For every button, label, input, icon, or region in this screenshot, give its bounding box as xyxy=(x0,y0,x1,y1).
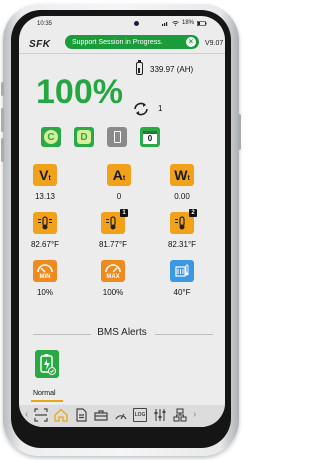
metric-power: Wt 0.00 xyxy=(157,164,207,201)
status-bar: 10:35 18% xyxy=(19,16,225,34)
current-icon: At xyxy=(107,164,131,186)
gauge-icon[interactable] xyxy=(114,408,128,422)
app-screen: 10:35 18% SFK Support Session in Progres… xyxy=(19,16,225,427)
gauge-icon: MIN xyxy=(33,260,57,282)
status-indicators: 18% xyxy=(161,20,207,26)
heater-icon xyxy=(170,260,194,282)
volume-up-button xyxy=(1,108,4,132)
header-divider xyxy=(19,53,225,54)
max-soc-value: 100% xyxy=(102,288,124,297)
normal-status-underline xyxy=(31,400,63,402)
charge-indicator-icon[interactable]: C xyxy=(41,127,61,147)
cycle-count: 1 xyxy=(158,104,163,113)
power-letter: W xyxy=(174,167,188,183)
battery-capacity-icon xyxy=(136,60,143,75)
gauge-arc xyxy=(105,264,121,273)
battery-outline-icon xyxy=(113,131,121,143)
thermometer-icon xyxy=(33,212,57,234)
cycle-icon xyxy=(134,102,148,116)
discharge-label: D xyxy=(77,130,91,144)
heater-value: 40°F xyxy=(173,288,191,297)
sensor-badge: 1 xyxy=(120,209,128,217)
signal-icon xyxy=(161,21,168,26)
toast-text: Support Session in Progress. xyxy=(72,38,163,46)
bottom-nav: ‹ LOG › xyxy=(19,405,225,427)
side-button xyxy=(1,82,4,96)
current-sub: t xyxy=(122,174,126,182)
metric-max-soc: MAX 100% xyxy=(88,260,138,297)
current-value: 0 xyxy=(116,192,122,201)
scan-icon[interactable] xyxy=(34,408,48,422)
app-logo-text: SFK xyxy=(29,39,51,50)
app-version: V9.07 xyxy=(205,40,224,47)
battery-status-icon[interactable] xyxy=(107,127,127,147)
bms-alerts-title: BMS Alerts xyxy=(97,327,147,338)
support-session-toast: Support Session in Progress. × xyxy=(65,35,199,49)
normal-status-icon[interactable] xyxy=(35,350,59,378)
thermometer-glyph xyxy=(38,216,52,230)
gauge-arc xyxy=(37,264,53,273)
sensor-badge: 2 xyxy=(189,209,197,217)
toolbox-icon[interactable] xyxy=(94,408,108,422)
log-label: LOG xyxy=(134,412,146,418)
camera-icon xyxy=(134,21,139,26)
volume-down-button xyxy=(1,138,4,162)
nav-left-arrow-icon[interactable]: ‹ xyxy=(25,409,28,420)
thermometer-icon: 2 xyxy=(170,209,197,234)
temp-sensor-1-value: 81.77°F xyxy=(98,240,128,249)
battery-icon xyxy=(197,20,207,26)
log-icon[interactable]: LOG xyxy=(133,408,147,422)
document-icon[interactable] xyxy=(74,408,88,422)
current-letter: A xyxy=(112,167,123,183)
min-soc-value: 10% xyxy=(36,288,53,297)
home-icon[interactable] xyxy=(54,408,68,422)
sliders-icon[interactable] xyxy=(153,408,167,422)
metric-temp-sensor-1: 1 81.77°F xyxy=(88,209,138,249)
network-icon[interactable] xyxy=(173,408,187,422)
thermometer-glyph xyxy=(175,216,185,230)
metric-current: At 0 xyxy=(94,164,144,201)
power-button xyxy=(238,114,241,150)
normal-status-label: Normal xyxy=(33,390,56,397)
voltage-sub: t xyxy=(48,174,51,182)
power-icon: Wt xyxy=(170,164,194,186)
thermometer-icon: 1 xyxy=(101,209,128,234)
metric-temp-internal: 82.67°F xyxy=(20,212,70,249)
power-sub: t xyxy=(187,174,190,182)
voltage-icon: Vt xyxy=(33,164,57,186)
gauge-max-label: MAX xyxy=(106,274,120,280)
capacity-value: 339.97 (AH) xyxy=(150,65,194,74)
app-logo: SFK xyxy=(29,39,51,50)
nav-right-arrow-icon[interactable]: › xyxy=(193,409,196,420)
thermometer-glyph xyxy=(106,216,116,230)
status-time: 10:35 xyxy=(37,21,53,27)
voltage-value: 13.13 xyxy=(34,192,56,201)
charge-label: C xyxy=(44,130,58,144)
wifi-icon xyxy=(172,20,179,26)
temp-internal-value: 82.67°F xyxy=(30,240,60,249)
metric-voltage: Vt 13.13 xyxy=(20,164,70,201)
temp-sensor-2-value: 82.31°F xyxy=(167,240,197,249)
calendar-icon[interactable]: 0 xyxy=(140,127,160,147)
battery-bolt-icon xyxy=(40,354,56,375)
metric-min-soc: MIN 10% xyxy=(20,260,70,297)
battery-percent: 18% xyxy=(181,20,194,26)
close-icon[interactable]: × xyxy=(186,37,196,47)
voltage-letter: V xyxy=(39,167,49,183)
heater-glyph xyxy=(175,264,189,277)
state-of-charge: 100% xyxy=(36,73,123,111)
discharge-indicator-icon[interactable]: D xyxy=(74,127,94,147)
power-value: 0.00 xyxy=(174,192,190,201)
gauge-min-label: MIN xyxy=(39,274,51,280)
gauge-icon: MAX xyxy=(101,260,125,282)
calendar-value: 0 xyxy=(143,130,157,144)
metric-heater: 40°F xyxy=(157,260,207,297)
metric-temp-sensor-2: 2 82.31°F xyxy=(157,209,207,249)
